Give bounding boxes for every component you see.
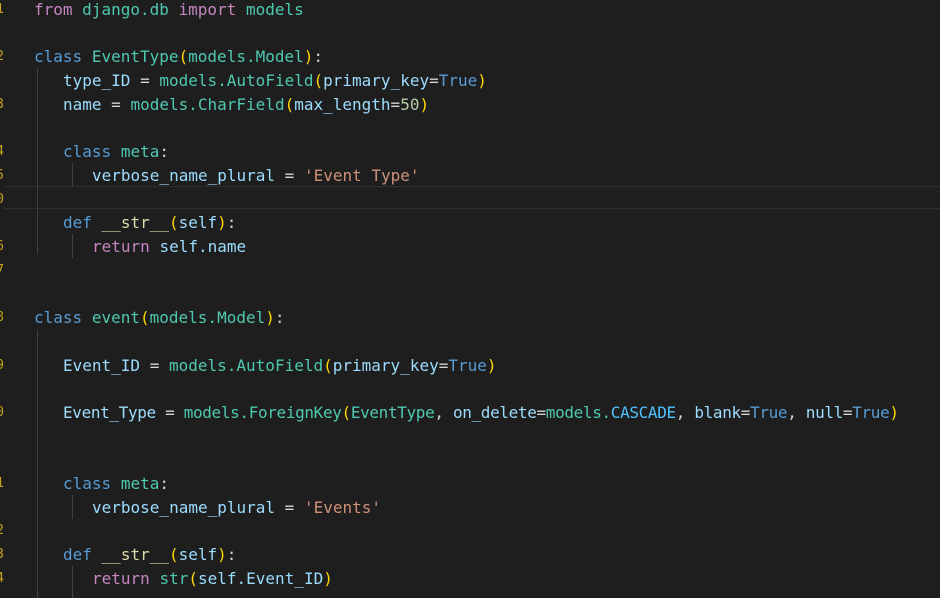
code-area[interactable]: from django.db import models class Event… (34, 0, 940, 596)
code-line: Event_ID = models.AutoField(primary_key=… (63, 355, 497, 375)
code-line: class meta: (63, 142, 169, 162)
line-number: 1 (0, 476, 4, 491)
line-number: 6 (0, 239, 4, 254)
line-number: 8 (0, 310, 4, 326)
code-line: def __str__(self): (63, 213, 237, 233)
code-line: from django.db import models (34, 0, 304, 19)
line-number: 4 (0, 144, 4, 160)
line-number: 3 (0, 96, 4, 112)
line-number: 2 (0, 49, 4, 65)
code-line: name = models.CharField(max_length=50) (63, 94, 430, 114)
code-line: verbose_name_plural = 'Event Type' (92, 165, 420, 185)
line-number-gutter: 1 2 3 4 5 0 6 7 8 9 0 1 2 3 4 (0, 0, 4, 598)
line-number: 7 (0, 262, 4, 278)
line-number: 1 (0, 2, 4, 17)
code-line: return self.name (92, 237, 247, 256)
line-number: 2 (0, 523, 4, 539)
line-number: 0 (0, 404, 4, 420)
line-number: 5 (0, 168, 4, 183)
code-line: class EventType(models.Model): (34, 47, 324, 67)
code-line: class event(models.Model): (34, 308, 285, 328)
code-editor[interactable]: 1 2 3 4 5 0 6 7 8 9 0 1 2 3 4 from djang… (0, 0, 940, 598)
code-line: verbose_name_plural = 'Events' (92, 497, 381, 517)
code-line: return str(self.Event_ID) (92, 568, 333, 588)
code-line: class meta: (63, 474, 169, 493)
line-number: 4 (0, 570, 4, 586)
line-number: 3 (0, 547, 4, 562)
code-line: def __str__(self): (63, 545, 237, 565)
line-number: 9 (0, 357, 4, 373)
code-line: Event_Type = models.ForeignKey(EventType… (63, 402, 899, 422)
code-line: type_ID = models.AutoField(primary_key=T… (63, 71, 487, 91)
